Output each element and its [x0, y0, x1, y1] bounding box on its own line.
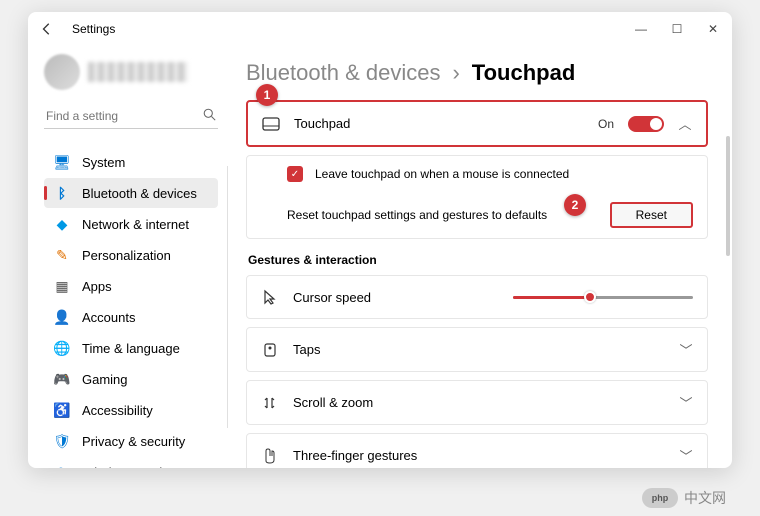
back-arrow-icon[interactable]	[40, 22, 54, 36]
chevron-up-icon[interactable]: ︿	[678, 114, 692, 133]
sidebar-item-network[interactable]: ◆ Network & internet	[44, 209, 218, 239]
search-input[interactable]	[46, 109, 203, 123]
accessibility-icon: ♿	[54, 402, 70, 418]
sidebar-item-gaming[interactable]: 🎮 Gaming	[44, 364, 218, 394]
annotation-step-2: 2	[564, 194, 586, 216]
minimize-icon[interactable]: —	[634, 22, 648, 36]
sidebar-item-label: Accounts	[82, 310, 135, 325]
taps-label: Taps	[293, 342, 665, 357]
sidebar-item-personalization[interactable]: ✎ Personalization	[44, 240, 218, 270]
sidebar-item-label: Accessibility	[82, 403, 153, 418]
sidebar-item-label: Windows Update	[82, 465, 180, 469]
app-title: Settings	[72, 22, 115, 36]
apps-icon: ▦	[54, 278, 70, 294]
leave-on-row[interactable]: ✓ Leave touchpad on when a mouse is conn…	[247, 156, 707, 192]
chevron-right-icon: ›	[452, 60, 459, 86]
breadcrumb: Bluetooth & devices › Touchpad	[246, 60, 708, 86]
reset-label: Reset touchpad settings and gestures to …	[287, 208, 547, 222]
chevron-down-icon: ﹀	[679, 446, 693, 465]
scrollbar[interactable]	[726, 136, 730, 256]
page-title: Touchpad	[472, 60, 575, 86]
profile-name-redacted	[88, 62, 188, 82]
bluetooth-icon: ᛒ	[54, 185, 70, 201]
scroll-zoom-card[interactable]: Scroll & zoom ﹀	[246, 380, 708, 425]
three-finger-card[interactable]: Three-finger gestures ﹀	[246, 433, 708, 468]
sidebar-item-label: Apps	[82, 279, 112, 294]
window-controls: — ☐ ✕	[634, 22, 720, 36]
sidebar-item-bluetooth[interactable]: ᛒ Bluetooth & devices	[44, 178, 218, 208]
sidebar-item-label: Gaming	[82, 372, 128, 387]
maximize-icon[interactable]: ☐	[670, 22, 684, 36]
chevron-down-icon: ﹀	[679, 393, 693, 412]
watermark-text: 中文网	[684, 488, 726, 508]
three-finger-label: Three-finger gestures	[293, 448, 665, 463]
breadcrumb-parent[interactable]: Bluetooth & devices	[246, 60, 440, 86]
chevron-down-icon: ﹀	[679, 340, 693, 359]
sidebar-item-update[interactable]: ⟳ Windows Update	[44, 457, 218, 468]
touchpad-header-row[interactable]: Touchpad On ︿	[248, 102, 706, 145]
cursor-speed-label: Cursor speed	[293, 290, 499, 305]
sidebar-item-accessibility[interactable]: ♿ Accessibility	[44, 395, 218, 425]
main-content: Bluetooth & devices › Touchpad Touchpad …	[228, 46, 732, 468]
leave-on-label: Leave touchpad on when a mouse is connec…	[315, 167, 569, 181]
shield-icon: 🛡	[54, 433, 70, 449]
sidebar-item-system[interactable]: 🖥 System	[44, 147, 218, 177]
scroll-zoom-label: Scroll & zoom	[293, 395, 665, 410]
sidebar-item-label: Network & internet	[82, 217, 189, 232]
taps-card[interactable]: Taps ﹀	[246, 327, 708, 372]
touchpad-options-card: ✓ Leave touchpad on when a mouse is conn…	[246, 155, 708, 239]
tap-icon	[261, 341, 279, 359]
hand-icon	[261, 447, 279, 465]
touchpad-toggle[interactable]	[628, 116, 664, 132]
leave-on-checkbox[interactable]: ✓	[287, 166, 303, 182]
sidebar-item-label: System	[82, 155, 125, 170]
toggle-state-label: On	[598, 117, 614, 131]
touchpad-title: Touchpad	[294, 116, 584, 131]
paintbrush-icon: ✎	[54, 247, 70, 263]
gestures-section-title: Gestures & interaction	[248, 253, 708, 267]
close-icon[interactable]: ✕	[706, 22, 720, 36]
sidebar-item-privacy[interactable]: 🛡 Privacy & security	[44, 426, 218, 456]
sidebar-item-apps[interactable]: ▦ Apps	[44, 271, 218, 301]
sidebar-item-label: Personalization	[82, 248, 171, 263]
search-icon[interactable]	[203, 108, 216, 124]
reset-row: Reset touchpad settings and gestures to …	[247, 192, 707, 238]
sidebar-item-time[interactable]: 🌐 Time & language	[44, 333, 218, 363]
sidebar-item-label: Bluetooth & devices	[82, 186, 197, 201]
sidebar: 🖥 System ᛒ Bluetooth & devices ◆ Network & …	[28, 46, 228, 468]
nav-list: 🖥 System ᛒ Bluetooth & devices ◆ Network & …	[44, 147, 218, 468]
sidebar-item-label: Privacy & security	[82, 434, 185, 449]
cursor-icon	[261, 288, 279, 306]
titlebar: Settings — ☐ ✕	[28, 12, 732, 46]
php-logo-icon: php	[642, 488, 678, 508]
reset-button[interactable]: Reset	[610, 202, 693, 228]
scroll-icon	[261, 394, 279, 412]
cursor-speed-slider[interactable]	[513, 290, 693, 304]
touchpad-card: Touchpad On ︿	[246, 100, 708, 147]
wifi-icon: ◆	[54, 216, 70, 232]
gamepad-icon: 🎮	[54, 371, 70, 387]
sidebar-item-label: Time & language	[82, 341, 180, 356]
search-box[interactable]	[44, 104, 218, 129]
globe-icon: 🌐	[54, 340, 70, 356]
update-icon: ⟳	[54, 464, 70, 468]
watermark: php 中文网	[642, 488, 726, 508]
sidebar-item-accounts[interactable]: 👤 Accounts	[44, 302, 218, 332]
display-icon: 🖥	[54, 154, 70, 170]
avatar	[44, 54, 80, 90]
person-icon: 👤	[54, 309, 70, 325]
touchpad-icon	[262, 115, 280, 133]
annotation-step-1: 1	[256, 84, 278, 106]
profile-block[interactable]	[44, 54, 218, 90]
cursor-speed-card: Cursor speed	[246, 275, 708, 319]
